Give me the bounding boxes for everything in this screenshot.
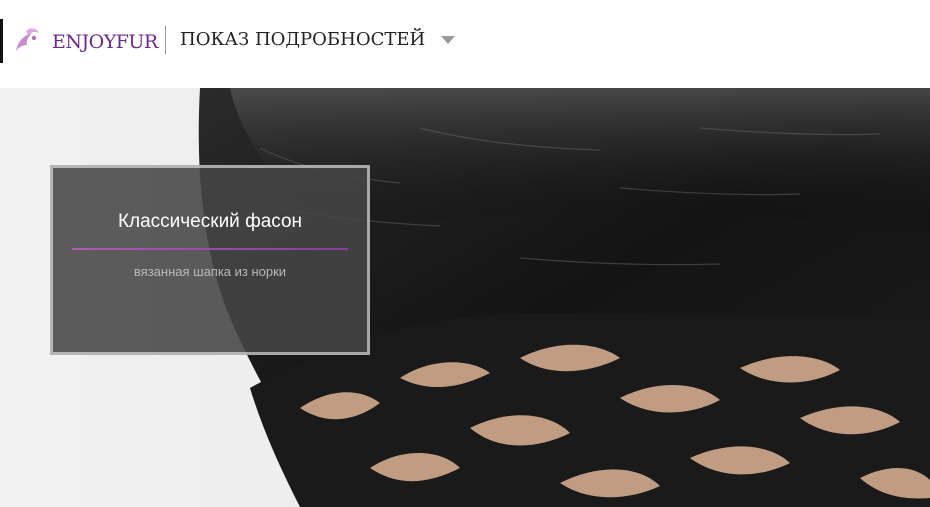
hero-banner: Классический фасон вязанная шапка из нор… xyxy=(0,88,930,507)
logo-text: ENJOYFUR xyxy=(52,31,158,53)
promo-divider xyxy=(72,248,348,250)
promo-card: Классический фасон вязанная шапка из нор… xyxy=(50,165,370,355)
promo-subtitle: вязанная шапка из норки xyxy=(133,264,287,279)
promo-title: Классический фасон xyxy=(117,211,303,232)
header: ENJOYFUR ПОКАЗ ПОДРОБНОСТЕЙ xyxy=(0,0,930,88)
header-divider xyxy=(165,26,166,54)
chevron-down-icon[interactable] xyxy=(441,36,455,44)
header-accent-bar xyxy=(0,19,3,63)
logo-ornament-icon xyxy=(16,28,39,51)
brand-logo[interactable]: ENJOYFUR xyxy=(12,25,158,57)
page-title: ПОКАЗ ПОДРОБНОСТЕЙ xyxy=(180,29,426,50)
